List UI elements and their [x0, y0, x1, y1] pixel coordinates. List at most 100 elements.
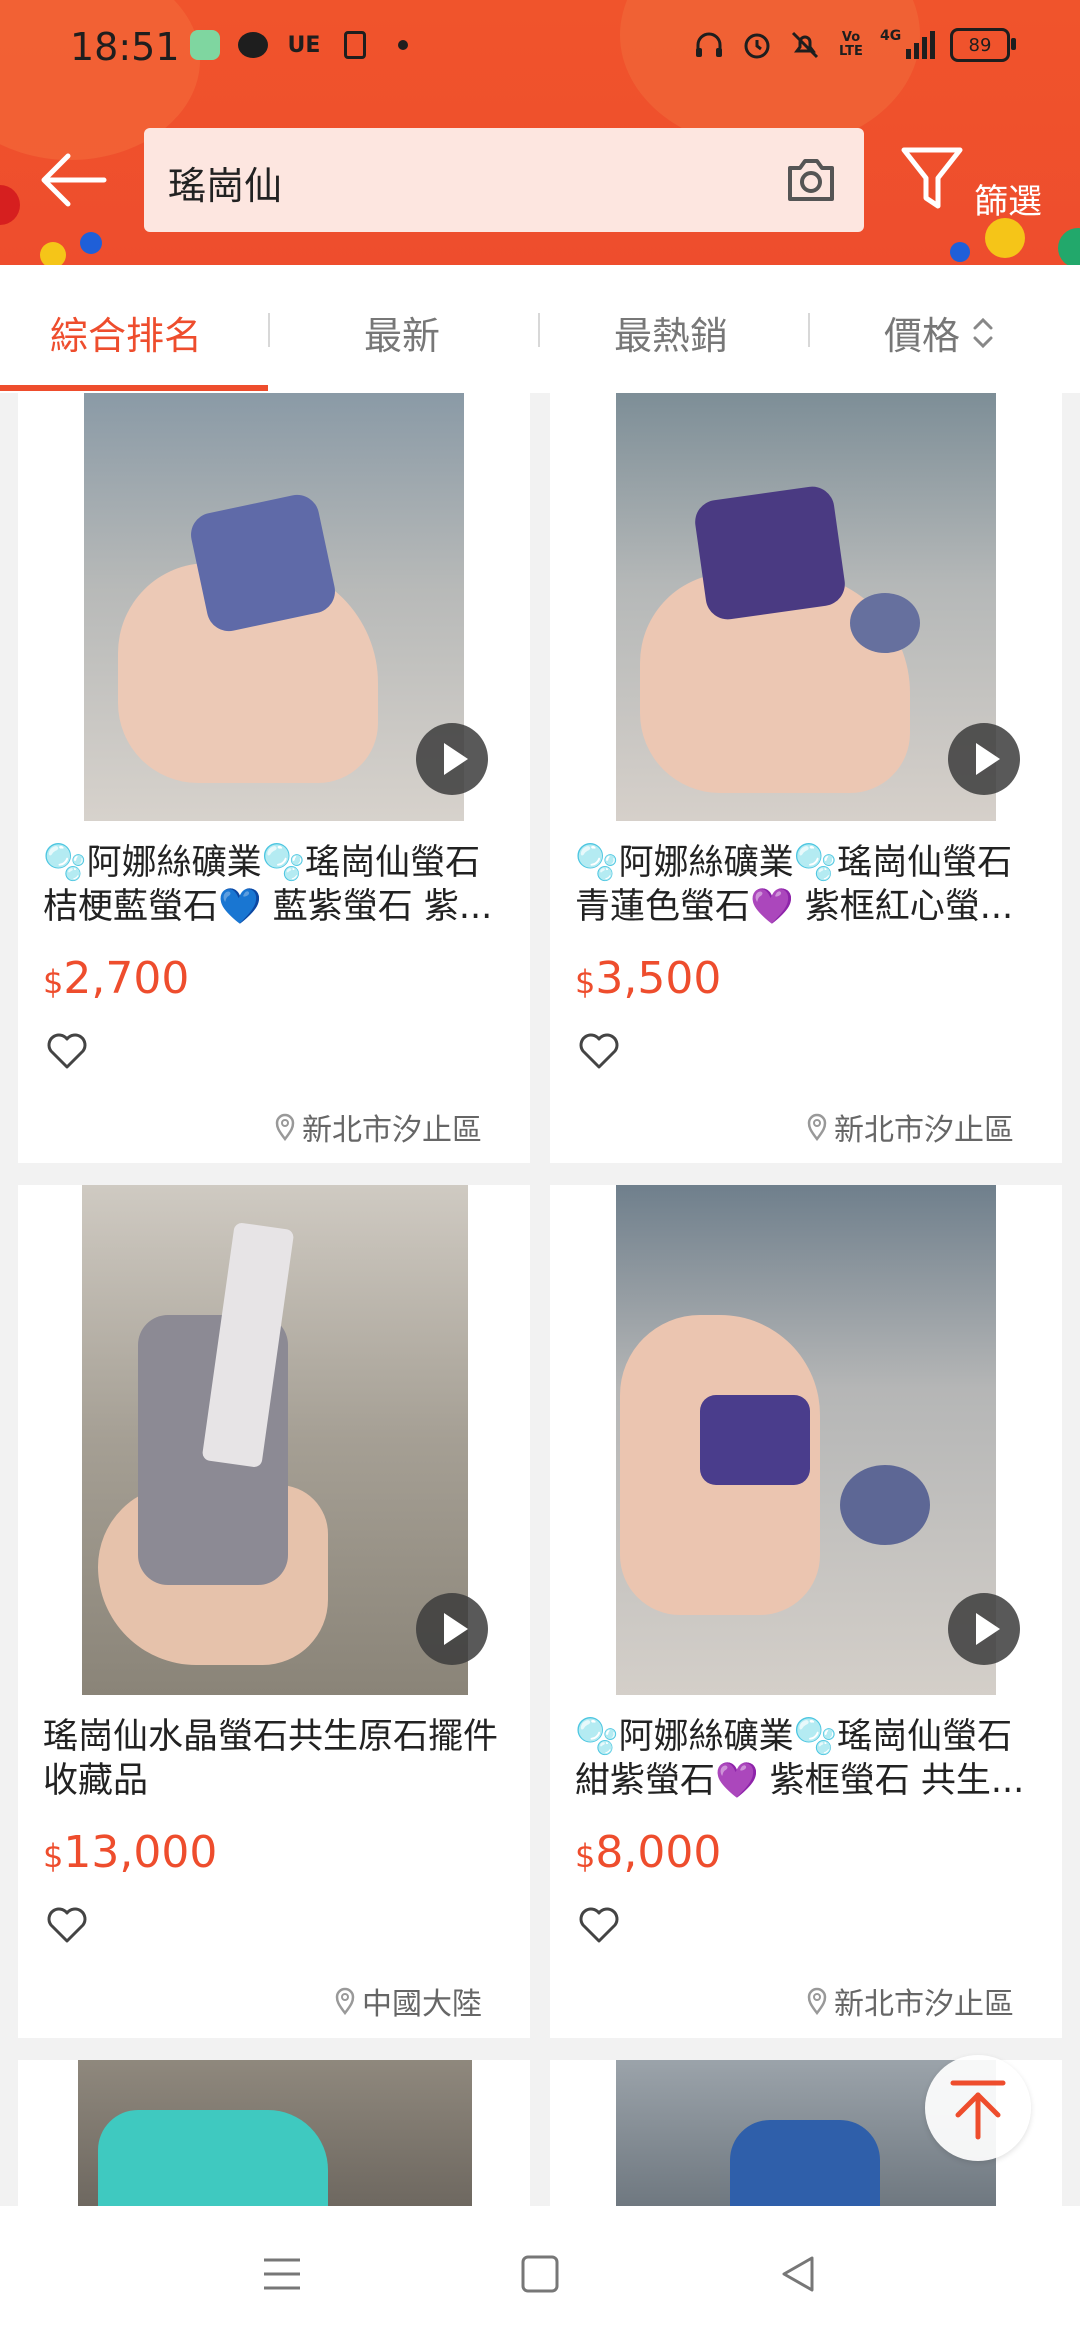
- header-decoration: [1058, 228, 1080, 265]
- sort-chevrons-icon: [973, 317, 993, 348]
- product-image: [18, 2060, 530, 2206]
- product-title: 🫧阿娜絲礦業🫧瑤崗仙螢石 桔梗藍螢石💙 藍紫螢石 紫...: [43, 843, 493, 927]
- back-button[interactable]: [38, 150, 108, 210]
- product-card[interactable]: 🫧阿娜絲礦業🫧瑤崗仙螢石 青蓮色螢石💜 紫框紅心螢... $3,500 新北市汐…: [550, 393, 1062, 1163]
- filter-button[interactable]: 篩選: [900, 142, 1060, 222]
- volte-icon: Vo LTE: [839, 30, 863, 59]
- search-query: 瑤崗仙: [168, 164, 283, 208]
- product-title: 瑤崗仙水晶螢石共生原石擺件收藏品: [43, 1717, 499, 1801]
- dot-icon: [386, 28, 420, 62]
- search-input[interactable]: 瑤崗仙: [144, 128, 864, 232]
- tab-newest[interactable]: 最新: [364, 305, 440, 360]
- location-text: 新北市汐止區: [834, 1987, 1014, 2022]
- network-label: 4G: [880, 28, 902, 44]
- product-title: 🫧阿娜絲礦業🫧瑤崗仙螢石 紺紫螢石💜 紫框螢石 共生...: [575, 1717, 1025, 1801]
- camera-icon[interactable]: [784, 154, 838, 206]
- price-value: 8,000: [595, 1827, 722, 1878]
- header-decoration: [80, 232, 102, 254]
- sim-icon: [338, 28, 372, 62]
- fluorite-crystal: [700, 1395, 810, 1485]
- currency-symbol: $: [575, 963, 596, 1001]
- product-price: $13,000: [43, 1827, 217, 1878]
- product-card[interactable]: 🫧阿娜絲礦業🫧瑤崗仙螢石 桔梗藍螢石💙 藍紫螢石 紫... $2,700 新北市…: [18, 393, 530, 1163]
- mineral-specimen: [730, 2120, 880, 2206]
- fluorite-crystal: [692, 483, 848, 623]
- header-decoration: [985, 218, 1025, 258]
- product-card[interactable]: 瑤崗仙水晶螢石共生原石擺件收藏品 $13,000 中國大陸: [18, 1185, 530, 2038]
- chat-icon: [236, 28, 270, 62]
- product-location: 中國大陸: [334, 1979, 482, 2023]
- location-pin-icon: [807, 1987, 827, 2015]
- app-icon: [188, 28, 222, 62]
- header-decoration: [950, 242, 970, 262]
- status-right-icons: Vo LTE 4G 89: [692, 28, 1016, 62]
- sort-bar: 綜合排名 最新 最熱銷 價格: [0, 265, 1080, 393]
- menu-icon[interactable]: [262, 2256, 302, 2292]
- mute-icon: [788, 28, 822, 62]
- status-bar: 18:51 UE Vo LTE 4G 89: [0, 0, 1080, 100]
- play-icon[interactable]: [948, 1593, 1020, 1665]
- battery-indicator: 89: [950, 28, 1016, 62]
- product-image: [550, 393, 1062, 821]
- filter-icon: [901, 147, 963, 209]
- home-icon[interactable]: [520, 2254, 560, 2294]
- product-card[interactable]: [18, 2060, 530, 2206]
- tab-price[interactable]: 價格: [884, 305, 994, 360]
- heart-icon[interactable]: [46, 1905, 88, 1945]
- heart-icon[interactable]: [578, 1031, 620, 1071]
- tab-divider: [808, 313, 810, 347]
- location-text: 新北市汐止區: [834, 1113, 1014, 1148]
- location-text: 新北市汐止區: [302, 1113, 482, 1148]
- product-image: [18, 393, 530, 821]
- product-location: 新北市汐止區: [806, 1105, 1014, 1149]
- play-icon[interactable]: [416, 723, 488, 795]
- product-location: 新北市汐止區: [274, 1105, 482, 1149]
- header-decoration: [0, 185, 20, 225]
- ue-label: UE: [287, 32, 321, 58]
- arrow-left-icon: [41, 153, 107, 207]
- play-icon[interactable]: [416, 1593, 488, 1665]
- tab-overall[interactable]: 綜合排名: [50, 305, 202, 360]
- fluorite-crystal-small: [850, 593, 920, 653]
- alarm-icon: [740, 28, 774, 62]
- location-text: 中國大陸: [362, 1987, 482, 2022]
- price-value: 13,000: [63, 1827, 218, 1878]
- signal-icon: 4G: [880, 28, 936, 62]
- fluorite-crystal-small: [840, 1465, 930, 1545]
- back-to-top-button[interactable]: [925, 2055, 1031, 2161]
- location-pin-icon: [807, 1113, 827, 1141]
- status-left-icons: UE: [188, 28, 420, 62]
- tab-divider: [538, 313, 540, 347]
- price-value: 2,700: [63, 953, 190, 1004]
- arrow-up-icon: [950, 2080, 1006, 2140]
- product-price: $3,500: [575, 953, 721, 1004]
- currency-symbol: $: [43, 1837, 64, 1875]
- product-title: 🫧阿娜絲礦業🫧瑤崗仙螢石 青蓮色螢石💜 紫框紅心螢...: [575, 843, 1014, 927]
- header: 18:51 UE Vo LTE 4G 89 瑤崗仙 篩選: [0, 0, 1080, 265]
- location-pin-icon: [275, 1113, 295, 1141]
- system-nav-bar: [0, 2206, 1080, 2340]
- headphones-icon: [692, 28, 726, 62]
- product-card[interactable]: 🫧阿娜絲礦業🫧瑤崗仙螢石 紺紫螢石💜 紫框螢石 共生... $8,000 新北市…: [550, 1185, 1062, 2038]
- product-location: 新北市汐止區: [806, 1979, 1014, 2023]
- product-image: [550, 1185, 1062, 1695]
- filter-label: 篩選: [974, 182, 1042, 222]
- heart-icon[interactable]: [46, 1031, 88, 1071]
- tab-bestselling[interactable]: 最熱銷: [614, 305, 728, 360]
- price-value: 3,500: [595, 953, 722, 1004]
- back-nav-icon[interactable]: [778, 2254, 818, 2294]
- product-price: $8,000: [575, 1827, 721, 1878]
- status-time: 18:51: [70, 25, 180, 69]
- mineral-specimen: [98, 2110, 328, 2206]
- header-decoration: [40, 242, 66, 265]
- active-tab-indicator: [0, 385, 268, 391]
- product-image: [18, 1185, 530, 1695]
- currency-symbol: $: [43, 963, 64, 1001]
- location-pin-icon: [335, 1987, 355, 2015]
- product-price: $2,700: [43, 953, 189, 1004]
- heart-icon[interactable]: [578, 1905, 620, 1945]
- currency-symbol: $: [575, 1837, 596, 1875]
- tab-price-label: 價格: [884, 314, 961, 358]
- play-icon[interactable]: [948, 723, 1020, 795]
- tab-divider: [268, 313, 270, 347]
